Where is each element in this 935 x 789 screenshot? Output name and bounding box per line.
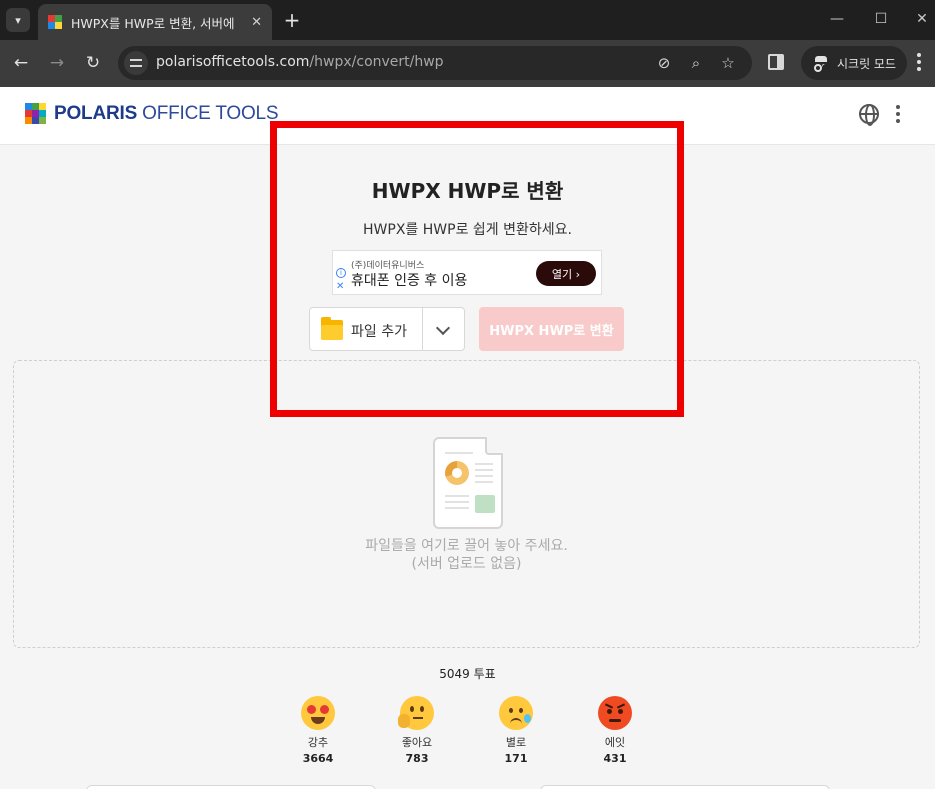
- address-bar[interactable]: polarisofficetools.com/hwpx/convert/hwp …: [118, 46, 752, 80]
- url-host: polarisofficetools.com: [156, 54, 310, 70]
- site-info-icon[interactable]: [124, 51, 148, 75]
- incognito-label: 시크릿 모드: [837, 56, 897, 71]
- forward-arrow-icon[interactable]: →: [45, 51, 69, 75]
- incognito-icon: [813, 56, 829, 72]
- highlight-box: [270, 121, 684, 417]
- bottom-card-right[interactable]: [540, 785, 830, 789]
- url-text[interactable]: polarisofficetools.com/hwpx/convert/hwp: [156, 54, 444, 70]
- logo-polaris: POLARIS: [54, 103, 138, 124]
- zoom-icon[interactable]: ⌕: [686, 53, 706, 73]
- more-options-icon[interactable]: [895, 105, 901, 125]
- url-path: /hwpx/convert/hwp: [309, 54, 444, 70]
- tracking-protection-icon[interactable]: ⊘: [654, 53, 674, 73]
- bookmark-star-icon[interactable]: ☆: [718, 53, 738, 73]
- close-window-button[interactable]: ✕: [911, 8, 933, 30]
- browser-toolbar: ← → ↻ polarisofficetools.com/hwpx/conver…: [0, 40, 935, 87]
- reaction-label: 별로: [505, 736, 527, 749]
- browser-tabstrip: ▾ HWPX를 HWP로 변환, 서버에 ✕ + — ☐ ✕: [0, 0, 935, 40]
- site-logo-text[interactable]: POLARIS OFFICE TOOLS: [54, 103, 279, 125]
- angry-emoji-icon: [598, 696, 632, 730]
- reaction-count: 171: [504, 752, 528, 765]
- reload-icon[interactable]: ↻: [81, 51, 105, 75]
- incognito-badge[interactable]: 시크릿 모드: [801, 46, 907, 80]
- reaction-label: 좋아요: [401, 736, 433, 749]
- reaction-count: 783: [405, 752, 429, 765]
- browser-tab[interactable]: HWPX를 HWP로 변환, 서버에 ✕: [38, 4, 272, 40]
- browser-menu-icon[interactable]: [914, 53, 924, 73]
- new-tab-button[interactable]: +: [282, 8, 302, 32]
- reaction-label: 강추: [307, 736, 329, 749]
- polaris-favicon-icon: [48, 15, 62, 29]
- back-arrow-icon[interactable]: ←: [9, 51, 33, 75]
- sad-emoji-icon: [499, 696, 533, 730]
- reaction-love[interactable]: 강추 3664: [288, 696, 348, 765]
- reaction-angry[interactable]: 에잇 431: [585, 696, 645, 765]
- reaction-count: 3664: [302, 752, 334, 765]
- vote-total: 5049 투표: [439, 667, 496, 681]
- minimize-button[interactable]: —: [826, 8, 848, 30]
- thinking-emoji-icon: [398, 696, 434, 730]
- reaction-count: 431: [603, 752, 627, 765]
- drop-note: (서버 업로드 없음): [411, 556, 522, 572]
- tab-close-icon[interactable]: ✕: [251, 15, 262, 30]
- reaction-good[interactable]: 좋아요 783: [387, 696, 447, 765]
- heart-eyes-emoji-icon: [301, 696, 335, 730]
- document-icon: [433, 437, 503, 529]
- image-thumbnail-icon: [475, 495, 495, 513]
- drop-instructions: 파일들을 여기로 끌어 놓아 주세요.: [365, 538, 568, 554]
- reaction-meh[interactable]: 별로 171: [486, 696, 546, 765]
- tab-search-chevron-icon[interactable]: ▾: [6, 8, 30, 32]
- bottom-card-left[interactable]: [86, 785, 376, 789]
- reaction-label: 에잇: [604, 736, 626, 749]
- language-globe-icon[interactable]: [859, 104, 879, 126]
- logo-office-tools: OFFICE TOOLS: [137, 103, 279, 124]
- maximize-button[interactable]: ☐: [870, 8, 892, 30]
- side-panel-icon[interactable]: [768, 54, 784, 70]
- polaris-logo-icon[interactable]: [25, 103, 46, 124]
- tab-title: HWPX를 HWP로 변환, 서버에: [71, 15, 235, 31]
